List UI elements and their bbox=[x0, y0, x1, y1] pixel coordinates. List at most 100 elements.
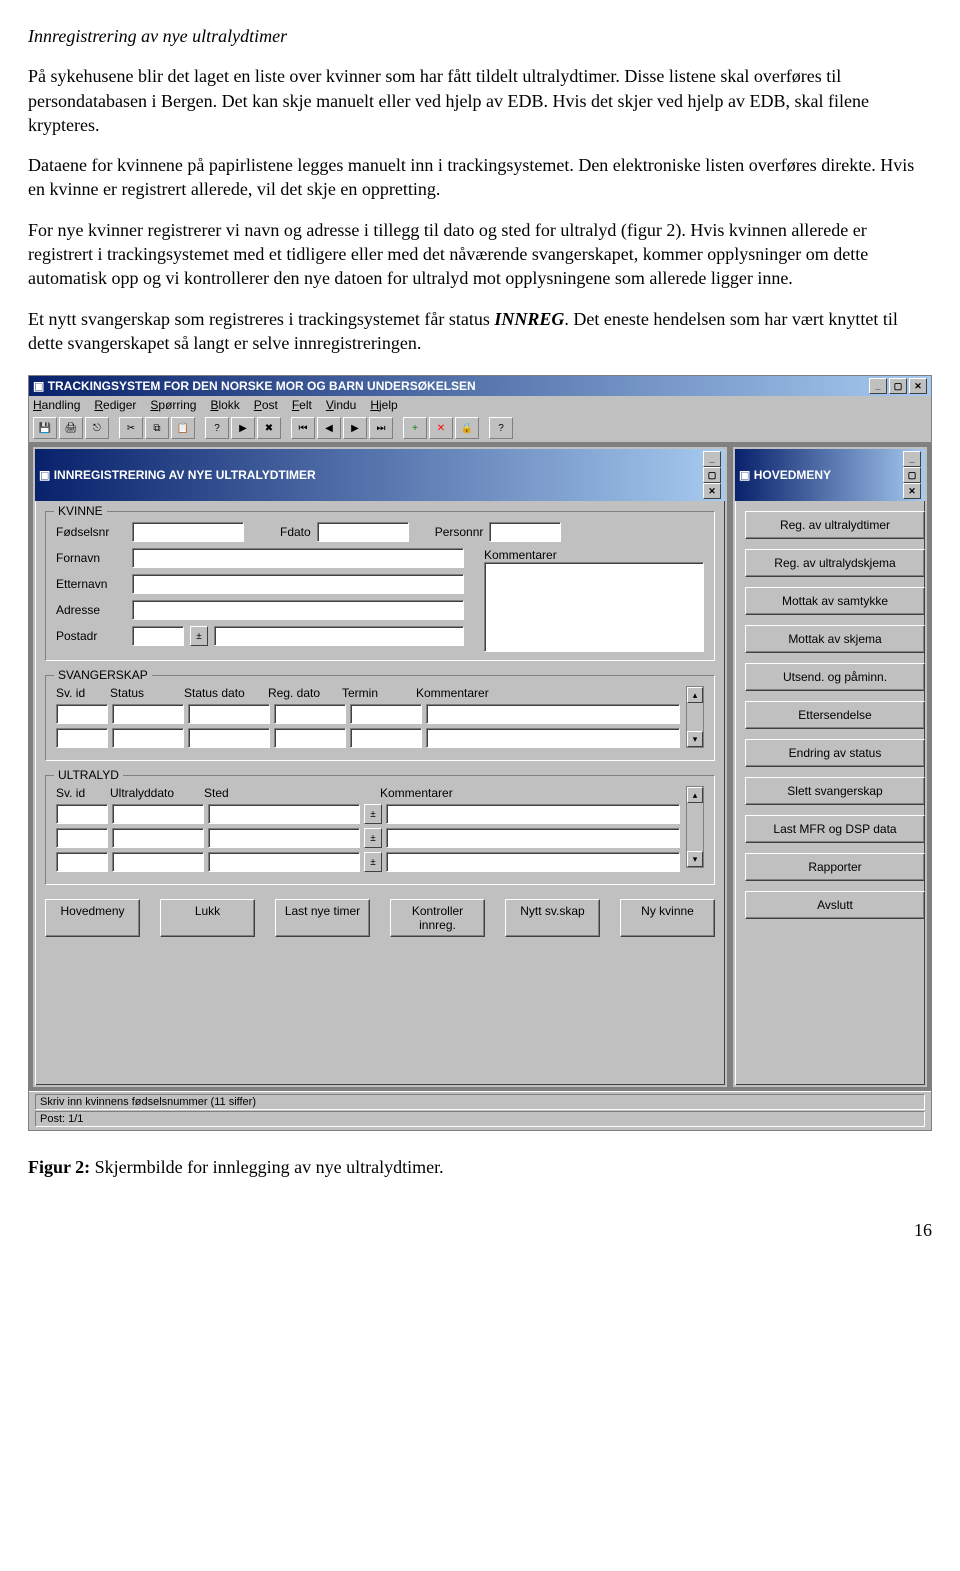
menu-handling[interactable]: Handling bbox=[33, 398, 80, 412]
tb-help-icon[interactable]: ? bbox=[489, 417, 513, 439]
ul-sted-1[interactable] bbox=[208, 804, 360, 824]
btn-hovedmeny[interactable]: Hovedmeny bbox=[45, 899, 140, 937]
tb-next-icon[interactable]: ▶ bbox=[343, 417, 367, 439]
col-sv-kommentarer: Kommentarer bbox=[416, 686, 680, 700]
ul-sted-2[interactable] bbox=[208, 828, 360, 848]
tb-print-icon[interactable]: 🖨 bbox=[59, 417, 83, 439]
tb-save-icon[interactable]: 💾 bbox=[33, 417, 57, 439]
btn-lastnye[interactable]: Last nye timer bbox=[275, 899, 370, 937]
mdi-area: ▣ INNREGISTRERING AV NYE ULTRALYDTIMER _… bbox=[29, 443, 931, 1091]
sv-svid-2[interactable] bbox=[56, 728, 108, 748]
menu-felt[interactable]: Felt bbox=[292, 398, 312, 412]
tb-prev-icon[interactable]: ◀ bbox=[317, 417, 341, 439]
btn-nykvinne[interactable]: Ny kvinne bbox=[620, 899, 715, 937]
tb-query-cancel-icon[interactable]: ✖ bbox=[257, 417, 281, 439]
menu-sporring[interactable]: Spørring bbox=[150, 398, 196, 412]
ul-sted-dropdown-3[interactable]: ± bbox=[364, 852, 382, 872]
ul-sted-dropdown-1[interactable]: ± bbox=[364, 804, 382, 824]
btn-nyttsv[interactable]: Nytt sv.skap bbox=[505, 899, 600, 937]
sv-status-1[interactable] bbox=[112, 704, 184, 724]
tb-lock-icon[interactable]: 🔒 bbox=[455, 417, 479, 439]
menu-vindu[interactable]: Vindu bbox=[326, 398, 356, 412]
hm-minimize-button[interactable]: _ bbox=[903, 451, 921, 467]
sv-scrollbar[interactable]: ▴ ▾ bbox=[686, 686, 704, 748]
hm-btn-ettersendelse[interactable]: Ettersendelse bbox=[745, 701, 925, 729]
input-fornavn[interactable] bbox=[132, 548, 464, 568]
menu-hjelp[interactable]: Hjelp bbox=[370, 398, 397, 412]
form-minimize-button[interactable]: _ bbox=[703, 451, 721, 467]
hm-btn-rapporter[interactable]: Rapporter bbox=[745, 853, 925, 881]
sv-statusdato-2[interactable] bbox=[188, 728, 270, 748]
tb-query-enter-icon[interactable]: ? bbox=[205, 417, 229, 439]
ul-dato-2[interactable] bbox=[112, 828, 204, 848]
input-poststed[interactable] bbox=[214, 626, 464, 646]
form-maximize-button[interactable]: ▢ bbox=[703, 467, 721, 483]
tb-paste-icon[interactable]: 📋 bbox=[171, 417, 195, 439]
hm-maximize-button[interactable]: ▢ bbox=[903, 467, 921, 483]
hm-btn-reg-ultralydtimer[interactable]: Reg. av ultralydtimer bbox=[745, 511, 925, 539]
menu-blokk[interactable]: Blokk bbox=[210, 398, 239, 412]
sv-termin-2[interactable] bbox=[350, 728, 422, 748]
hm-btn-avslutt[interactable]: Avslutt bbox=[745, 891, 925, 919]
sv-status-2[interactable] bbox=[112, 728, 184, 748]
ul-kommentarer-2[interactable] bbox=[386, 828, 680, 848]
sv-regdato-2[interactable] bbox=[274, 728, 346, 748]
sv-scroll-up-icon[interactable]: ▴ bbox=[687, 687, 703, 703]
ul-svid-2[interactable] bbox=[56, 828, 108, 848]
sv-kommentarer-2[interactable] bbox=[426, 728, 680, 748]
hm-btn-mottak-skjema[interactable]: Mottak av skjema bbox=[745, 625, 925, 653]
input-personnr[interactable] bbox=[489, 522, 561, 542]
sv-termin-1[interactable] bbox=[350, 704, 422, 724]
ul-kommentarer-1[interactable] bbox=[386, 804, 680, 824]
hm-btn-mottak-samtykke[interactable]: Mottak av samtykke bbox=[745, 587, 925, 615]
lbl-etternavn: Etternavn bbox=[56, 577, 126, 591]
ul-dato-3[interactable] bbox=[112, 852, 204, 872]
close-button[interactable]: ✕ bbox=[909, 378, 927, 394]
sv-regdato-1[interactable] bbox=[274, 704, 346, 724]
tb-insert-icon[interactable]: + bbox=[403, 417, 427, 439]
ul-svid-1[interactable] bbox=[56, 804, 108, 824]
ul-sted-dropdown-2[interactable]: ± bbox=[364, 828, 382, 848]
ul-kommentarer-3[interactable] bbox=[386, 852, 680, 872]
hm-btn-endring-status[interactable]: Endring av status bbox=[745, 739, 925, 767]
input-postnr[interactable] bbox=[132, 626, 184, 646]
ul-sted-3[interactable] bbox=[208, 852, 360, 872]
hovedmeny-icon: ▣ bbox=[739, 468, 750, 482]
hm-btn-last-mfr-dsp[interactable]: Last MFR og DSP data bbox=[745, 815, 925, 843]
hm-btn-slett-svangerskap[interactable]: Slett svangerskap bbox=[745, 777, 925, 805]
input-adresse[interactable] bbox=[132, 600, 464, 620]
menu-rediger[interactable]: Rediger bbox=[94, 398, 136, 412]
tb-query-exec-icon[interactable]: ▶ bbox=[231, 417, 255, 439]
hm-close-button[interactable]: ✕ bbox=[903, 483, 921, 499]
sv-scroll-down-icon[interactable]: ▾ bbox=[687, 731, 703, 747]
input-etternavn[interactable] bbox=[132, 574, 464, 594]
tb-exit-icon[interactable]: ⎋ bbox=[85, 417, 109, 439]
hm-btn-utsend-paminn[interactable]: Utsend. og påminn. bbox=[745, 663, 925, 691]
tb-cut-icon[interactable]: ✂ bbox=[119, 417, 143, 439]
sv-statusdato-1[interactable] bbox=[188, 704, 270, 724]
postnr-dropdown[interactable]: ± bbox=[190, 626, 208, 646]
input-fodselsnr[interactable] bbox=[132, 522, 244, 542]
btn-lukk[interactable]: Lukk bbox=[160, 899, 255, 937]
ul-scroll-up-icon[interactable]: ▴ bbox=[687, 787, 703, 803]
sv-svid-1[interactable] bbox=[56, 704, 108, 724]
minimize-button[interactable]: _ bbox=[869, 378, 887, 394]
legend-kvinne: KVINNE bbox=[54, 504, 107, 518]
tb-first-icon[interactable]: ⏮ bbox=[291, 417, 315, 439]
maximize-button[interactable]: ▢ bbox=[889, 378, 907, 394]
ul-scroll-down-icon[interactable]: ▾ bbox=[687, 851, 703, 867]
tb-copy-icon[interactable]: ⧉ bbox=[145, 417, 169, 439]
menu-post[interactable]: Post bbox=[254, 398, 278, 412]
input-kvinne-kommentarer[interactable] bbox=[484, 562, 704, 652]
hm-btn-reg-ultralydskjema[interactable]: Reg. av ultralydskjema bbox=[745, 549, 925, 577]
btn-kontroller[interactable]: Kontroller innreg. bbox=[390, 899, 485, 937]
sv-kommentarer-1[interactable] bbox=[426, 704, 680, 724]
ul-svid-3[interactable] bbox=[56, 852, 108, 872]
tb-delete-icon[interactable]: ✕ bbox=[429, 417, 453, 439]
input-fdato[interactable] bbox=[317, 522, 409, 542]
ul-scrollbar[interactable]: ▴ ▾ bbox=[686, 786, 704, 868]
tb-last-icon[interactable]: ⏭ bbox=[369, 417, 393, 439]
form-close-button[interactable]: ✕ bbox=[703, 483, 721, 499]
statusbar: Skriv inn kvinnens fødselsnummer (11 sif… bbox=[29, 1091, 931, 1130]
ul-dato-1[interactable] bbox=[112, 804, 204, 824]
